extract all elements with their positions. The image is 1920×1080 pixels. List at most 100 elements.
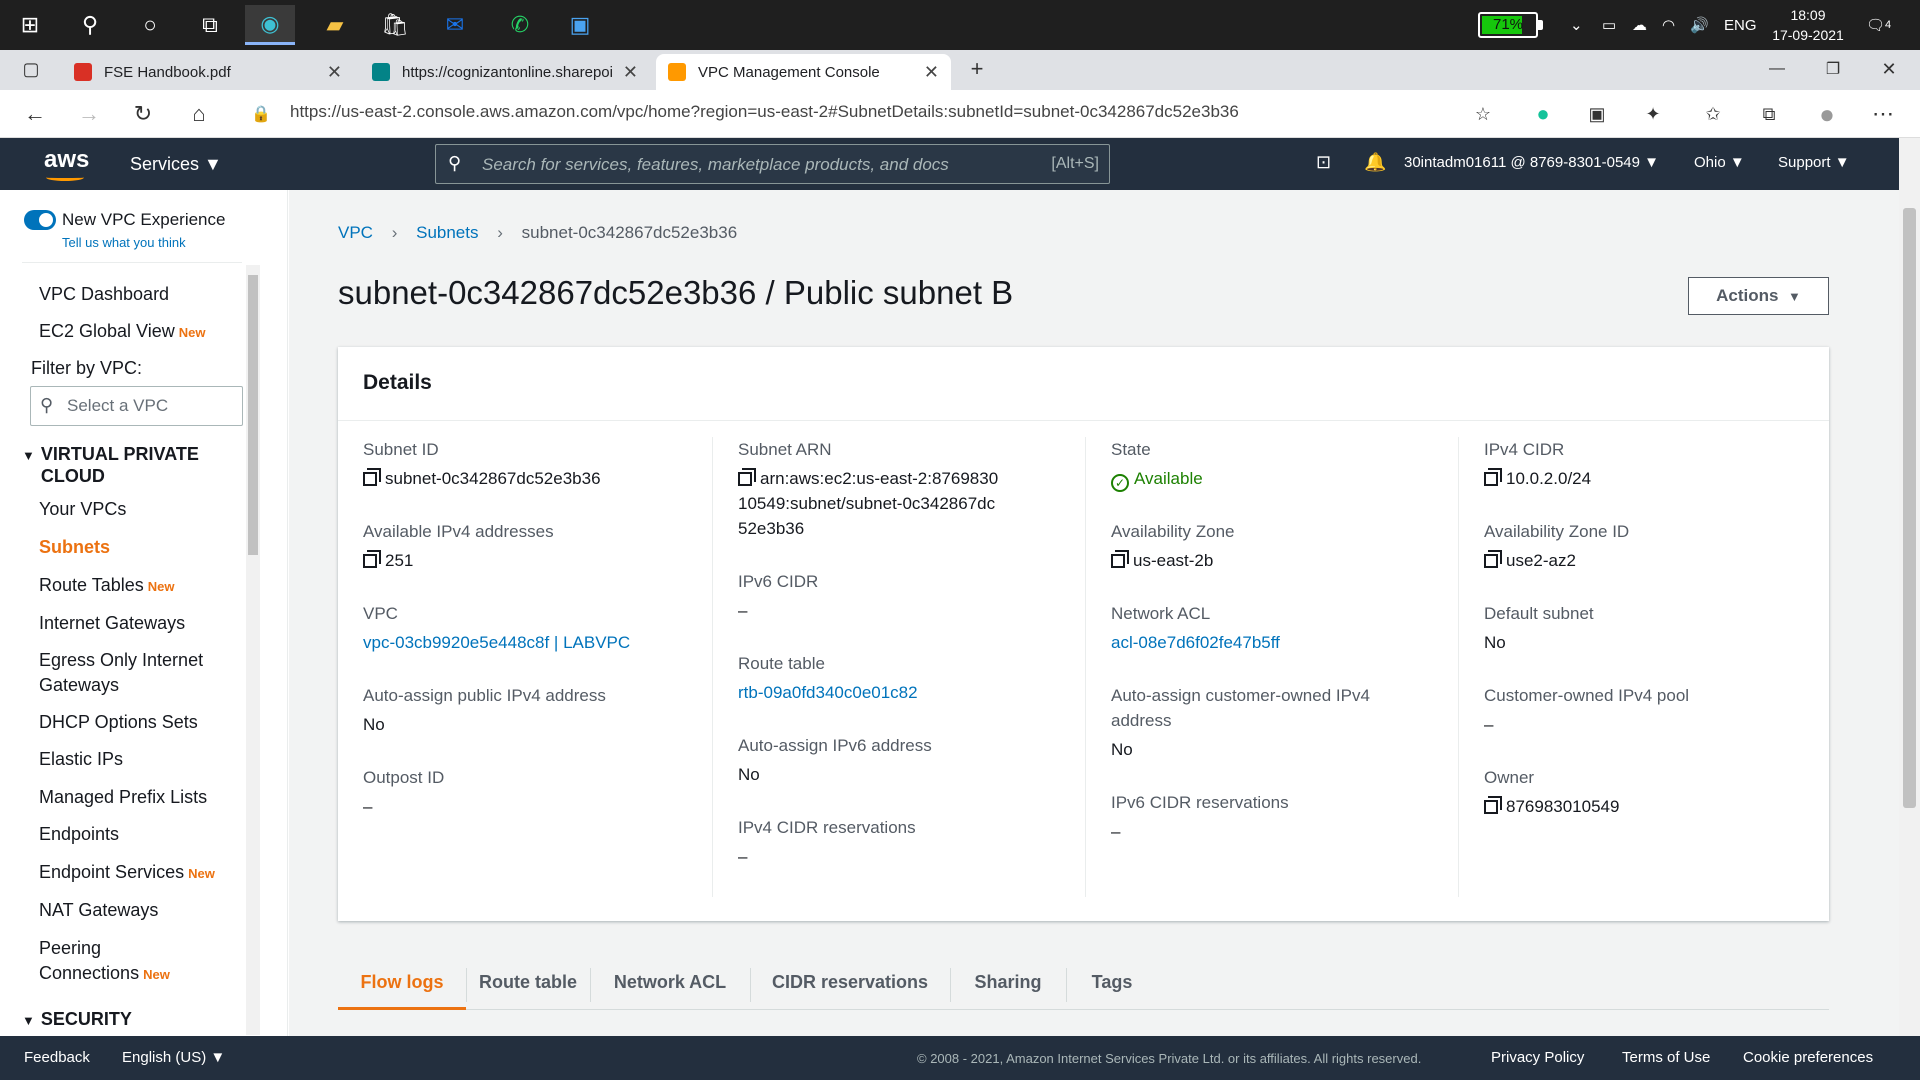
browser-tab-pdf[interactable]: FSE Handbook.pdf ✕ — [62, 54, 354, 90]
notification-icon[interactable]: 🗨 4 — [1866, 0, 1891, 50]
cloud-icon[interactable]: ☁ — [1632, 0, 1647, 50]
favorites-icon[interactable]: ✩ — [1696, 98, 1730, 130]
sidebar-item-your-vpcs[interactable]: Your VPCs — [39, 497, 126, 522]
photos-icon[interactable]: ▣ — [555, 5, 605, 45]
cookie-preferences-link[interactable]: Cookie preferences — [1743, 1049, 1873, 1066]
aws-logo[interactable]: aws — [44, 146, 89, 174]
copy-icon[interactable] — [1484, 468, 1502, 486]
copy-icon[interactable] — [1111, 550, 1129, 568]
extension-icon[interactable]: ▣ — [1580, 98, 1614, 130]
store-icon[interactable]: 🛍 — [370, 5, 420, 45]
breadcrumb-vpc[interactable]: VPC — [338, 223, 373, 242]
chevron-up-icon[interactable]: ⌄ — [1570, 0, 1583, 50]
sidebar-item-dhcp-options[interactable]: DHCP Options Sets — [39, 710, 198, 735]
sidebar-item-endpoints[interactable]: Endpoints — [39, 822, 119, 847]
close-tab-icon[interactable]: ✕ — [924, 62, 939, 83]
copy-icon[interactable] — [1484, 796, 1502, 814]
page-scrollbar[interactable] — [1899, 138, 1920, 1036]
scrollbar-thumb[interactable] — [1903, 208, 1916, 808]
tab-network-acl[interactable]: Network ACL — [590, 958, 750, 1010]
new-tab-icon[interactable]: + — [960, 53, 994, 85]
new-vpc-experience-toggle[interactable] — [24, 210, 56, 230]
tab-sharing[interactable]: Sharing — [950, 958, 1066, 1010]
support-menu[interactable]: Support ▼ — [1778, 154, 1850, 171]
footer-feedback-link[interactable]: Feedback — [24, 1049, 90, 1066]
account-menu[interactable]: 30intadm01611 @ 8769-8301-0549 ▼ — [1404, 154, 1659, 171]
windows-start-icon[interactable]: ⊞ — [5, 5, 55, 45]
file-explorer-icon[interactable]: ▰ — [310, 5, 360, 45]
back-icon[interactable]: ← — [18, 98, 52, 130]
actions-button[interactable]: Actions ▼ — [1688, 277, 1829, 315]
maximize-icon[interactable]: ❐ — [1816, 53, 1850, 85]
browser-tab-sharepoint[interactable]: https://cognizantonline.sharepoi ✕ — [360, 54, 650, 90]
minimize-icon[interactable]: — — [1760, 53, 1794, 85]
sidebar-item-route-tables[interactable]: Route Tables New — [39, 573, 174, 599]
browser-tab-vpc[interactable]: VPC Management Console ✕ — [656, 54, 951, 90]
close-window-icon[interactable]: ✕ — [1872, 53, 1906, 85]
copy-icon[interactable] — [1484, 550, 1502, 568]
whatsapp-icon[interactable]: ✆ — [495, 5, 545, 45]
wifi-icon[interactable]: ◠ — [1662, 0, 1675, 50]
sidebar-item-nat-gateways[interactable]: NAT Gateways — [39, 898, 158, 923]
forward-icon[interactable]: → — [72, 98, 106, 130]
sidebar-item-elastic-ips[interactable]: Elastic IPs — [39, 747, 123, 772]
grammarly-icon[interactable]: ● — [1526, 98, 1560, 130]
sidebar-item-vpc-dashboard[interactable]: VPC Dashboard — [39, 282, 169, 307]
tab-tags[interactable]: Tags — [1066, 958, 1158, 1010]
scrollbar-thumb[interactable] — [248, 275, 258, 555]
collections-icon[interactable]: ⧉ — [1752, 98, 1786, 130]
sidebar-item-prefix-lists[interactable]: Managed Prefix Lists — [39, 785, 207, 810]
profile-icon[interactable]: ● — [1810, 98, 1844, 130]
sidebar-item-peering[interactable]: Peering Connections New — [39, 936, 209, 987]
breadcrumb-subnets[interactable]: Subnets — [416, 223, 478, 242]
route-table-link[interactable]: rtb-09a0fd340c0e01c82 — [738, 680, 1028, 705]
feedback-link[interactable]: Tell us what you think — [62, 235, 186, 250]
sidebar-scrollbar[interactable] — [246, 265, 260, 1035]
terms-of-use-link[interactable]: Terms of Use — [1622, 1049, 1710, 1066]
sidebar-item-subnets[interactable]: Subnets — [39, 535, 110, 560]
tab-flow-logs[interactable]: Flow logs — [338, 958, 466, 1010]
battery-indicator[interactable]: 71% — [1478, 12, 1543, 38]
close-tab-icon[interactable]: ✕ — [623, 62, 638, 83]
task-view-icon[interactable]: ⧉ — [185, 5, 235, 45]
close-tab-icon[interactable]: ✕ — [327, 62, 342, 83]
language-indicator[interactable]: ENG — [1724, 0, 1757, 50]
url-field[interactable]: https://us-east-2.console.aws.amazon.com… — [290, 102, 1490, 126]
section-security[interactable]: ▼ SECURITY — [22, 1008, 132, 1032]
volume-icon[interactable]: 🔊 — [1690, 0, 1709, 50]
copy-icon[interactable] — [363, 468, 381, 486]
sidebar-item-egress-gateways[interactable]: Egress Only Internet Gateways — [39, 648, 239, 698]
sidebar-item-internet-gateways[interactable]: Internet Gateways — [39, 611, 185, 636]
section-virtual-private-cloud[interactable]: ▼ VIRTUAL PRIVATE CLOUD — [22, 443, 231, 487]
region-menu[interactable]: Ohio ▼ — [1694, 154, 1745, 171]
tab-cidr-reservations[interactable]: CIDR reservations — [750, 958, 950, 1010]
copyright-text: © 2008 - 2021, Amazon Internet Services … — [917, 1051, 1422, 1066]
home-icon[interactable]: ⌂ — [182, 98, 216, 130]
puzzle-icon[interactable]: ✦ — [1636, 98, 1670, 130]
battery-icon[interactable]: ▭ — [1602, 0, 1616, 50]
refresh-icon[interactable]: ↻ — [126, 98, 160, 130]
outlook-icon[interactable]: ✉ — [430, 5, 480, 45]
bell-icon[interactable]: 🔔 — [1364, 152, 1386, 173]
cortana-icon[interactable]: ○ — [125, 5, 175, 45]
copy-icon[interactable] — [363, 550, 381, 568]
cloudshell-icon[interactable]: ⊡ — [1316, 152, 1331, 173]
sidebar-item-ec2-global-view[interactable]: EC2 Global View New — [39, 319, 205, 345]
network-acl-link[interactable]: acl-08e7d6f02fe47b5ff — [1111, 630, 1401, 655]
privacy-policy-link[interactable]: Privacy Policy — [1491, 1049, 1584, 1066]
tab-actions-icon[interactable]: ▢ — [14, 53, 48, 85]
edge-browser-icon[interactable]: ◉ — [245, 5, 295, 45]
copy-icon[interactable] — [738, 468, 756, 486]
vpc-link[interactable]: vpc-03cb9920e5e448c8f | LABVPC — [363, 630, 653, 655]
language-selector[interactable]: English (US) ▼ — [122, 1049, 225, 1066]
sidebar-item-endpoint-services[interactable]: Endpoint Services New — [39, 860, 215, 886]
vpc-filter-select[interactable]: ⚲ Select a VPC — [30, 386, 243, 426]
search-icon[interactable]: ⚲ — [65, 5, 115, 45]
lock-icon[interactable]: 🔒 — [244, 98, 278, 130]
add-favorite-icon[interactable]: ☆ — [1466, 98, 1500, 130]
clock[interactable]: 18:09 17-09-2021 — [1770, 0, 1846, 50]
more-icon[interactable]: ⋯ — [1866, 98, 1900, 130]
services-menu[interactable]: Services ▼ — [130, 154, 222, 175]
tab-route-table[interactable]: Route table — [466, 958, 590, 1010]
aws-search-input[interactable]: ⚲ Search for services, features, marketp… — [435, 144, 1110, 184]
